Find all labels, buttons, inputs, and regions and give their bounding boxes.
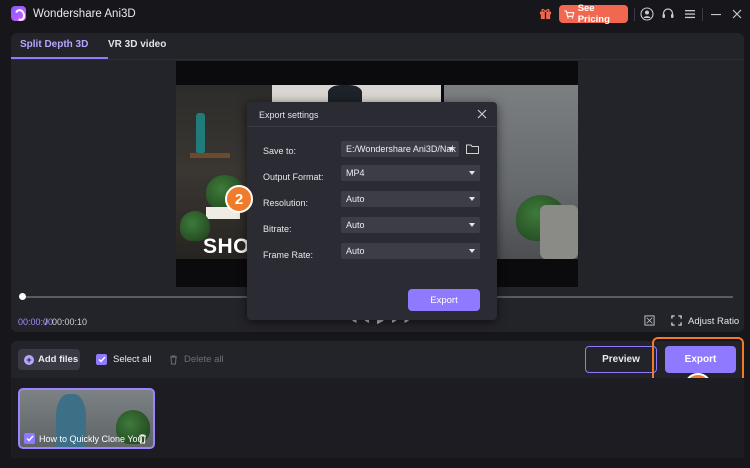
frame-rate-value: Auto [346,246,365,256]
bitrate-value: Auto [346,220,365,230]
gift-icon[interactable] [539,7,552,20]
resolution-select[interactable]: Auto [341,191,480,207]
fullscreen-icon[interactable] [644,315,655,326]
bitrate-select[interactable]: Auto [341,217,480,233]
file-thumbnail[interactable]: How to Quickly Clone You [18,388,155,449]
delete-all-label: Delete all [184,354,224,365]
output-format-value: MP4 [346,168,365,178]
title-bar: Wondershare Ani3D See Pricing [0,0,750,30]
tab-vr-3d-video[interactable]: VR 3D video [108,39,166,50]
trash-icon[interactable] [138,434,147,444]
export-button[interactable]: Export [665,346,736,373]
chevron-down-icon [448,147,454,151]
output-format-select[interactable]: MP4 [341,165,480,181]
person [328,85,362,103]
chevron-down-icon [469,223,475,227]
app-title: Wondershare Ani3D [33,8,136,20]
save-to-value: E:/Wondershare Ani3D/Nak [346,144,456,154]
total-time: 00:00:10 [52,317,88,327]
see-pricing-label: See Pricing [577,3,610,25]
file-list: How to Quickly Clone You [11,378,744,458]
tab-divider [11,59,744,60]
save-to-label: Save to: [263,146,297,156]
file-item: How to Quickly Clone You [24,433,143,444]
bitrate-label: Bitrate: [263,224,292,234]
account-icon[interactable] [640,7,654,21]
video-overlay-text: SHO [203,235,251,258]
adjust-ratio-label[interactable]: Adjust Ratio [688,316,739,327]
close-icon[interactable] [476,108,488,120]
frame-rate-label: Frame Rate: [263,250,314,260]
shelf [190,153,230,158]
chevron-down-icon [469,249,475,253]
preview-button[interactable]: Preview [585,346,657,373]
menu-icon[interactable] [683,7,697,21]
tab-bar: Split Depth 3D VR 3D video [11,33,744,60]
checkbox-checked-icon[interactable] [24,433,35,444]
timeline-scrubber[interactable] [19,293,26,300]
close-icon[interactable] [730,7,744,21]
add-files-label: Add files [38,354,79,365]
add-files-button[interactable]: + Add files [18,349,80,370]
plus-icon: + [24,354,34,365]
support-headset-icon[interactable] [661,7,675,21]
chevron-down-icon [469,197,475,201]
step-badge-2: 2 [225,185,253,213]
folder-icon[interactable] [466,144,479,154]
resolution-label: Resolution: [263,198,309,208]
dialog-divider [247,126,497,127]
file-toolbar: + Add files Select all Delete all Previe… [11,341,744,378]
see-pricing-button[interactable]: See Pricing [559,3,628,25]
select-all-checkbox[interactable]: Select all [96,354,152,365]
titlebar-divider [634,8,635,21]
select-all-label: Select all [113,354,152,365]
file-name: How to Quickly Clone You [39,433,143,444]
trash-icon [170,355,177,364]
adjust-ratio-icon[interactable] [671,315,682,326]
frame-rate-select[interactable]: Auto [341,243,480,259]
dialog-title: Export settings [259,110,319,120]
dialog-export-button[interactable]: Export [408,289,480,311]
sofa [540,205,578,259]
delete-all-button[interactable]: Delete all [169,354,224,365]
cart-icon [564,9,575,19]
save-to-select[interactable]: E:/Wondershare Ani3D/Nak [341,141,459,157]
chevron-down-icon [469,171,475,175]
tab-split-depth-3d[interactable]: Split Depth 3D [20,39,88,50]
export-settings-dialog: Export settings Save to: E:/Wondershare … [247,102,497,320]
titlebar-divider [702,8,703,21]
time-separator: / [45,317,48,327]
minimize-icon[interactable] [709,7,723,21]
output-format-label: Output Format: [263,172,324,182]
bottle [196,113,205,153]
app-logo-icon [11,6,26,21]
resolution-value: Auto [346,194,365,204]
checkbox-checked-icon [96,354,107,365]
